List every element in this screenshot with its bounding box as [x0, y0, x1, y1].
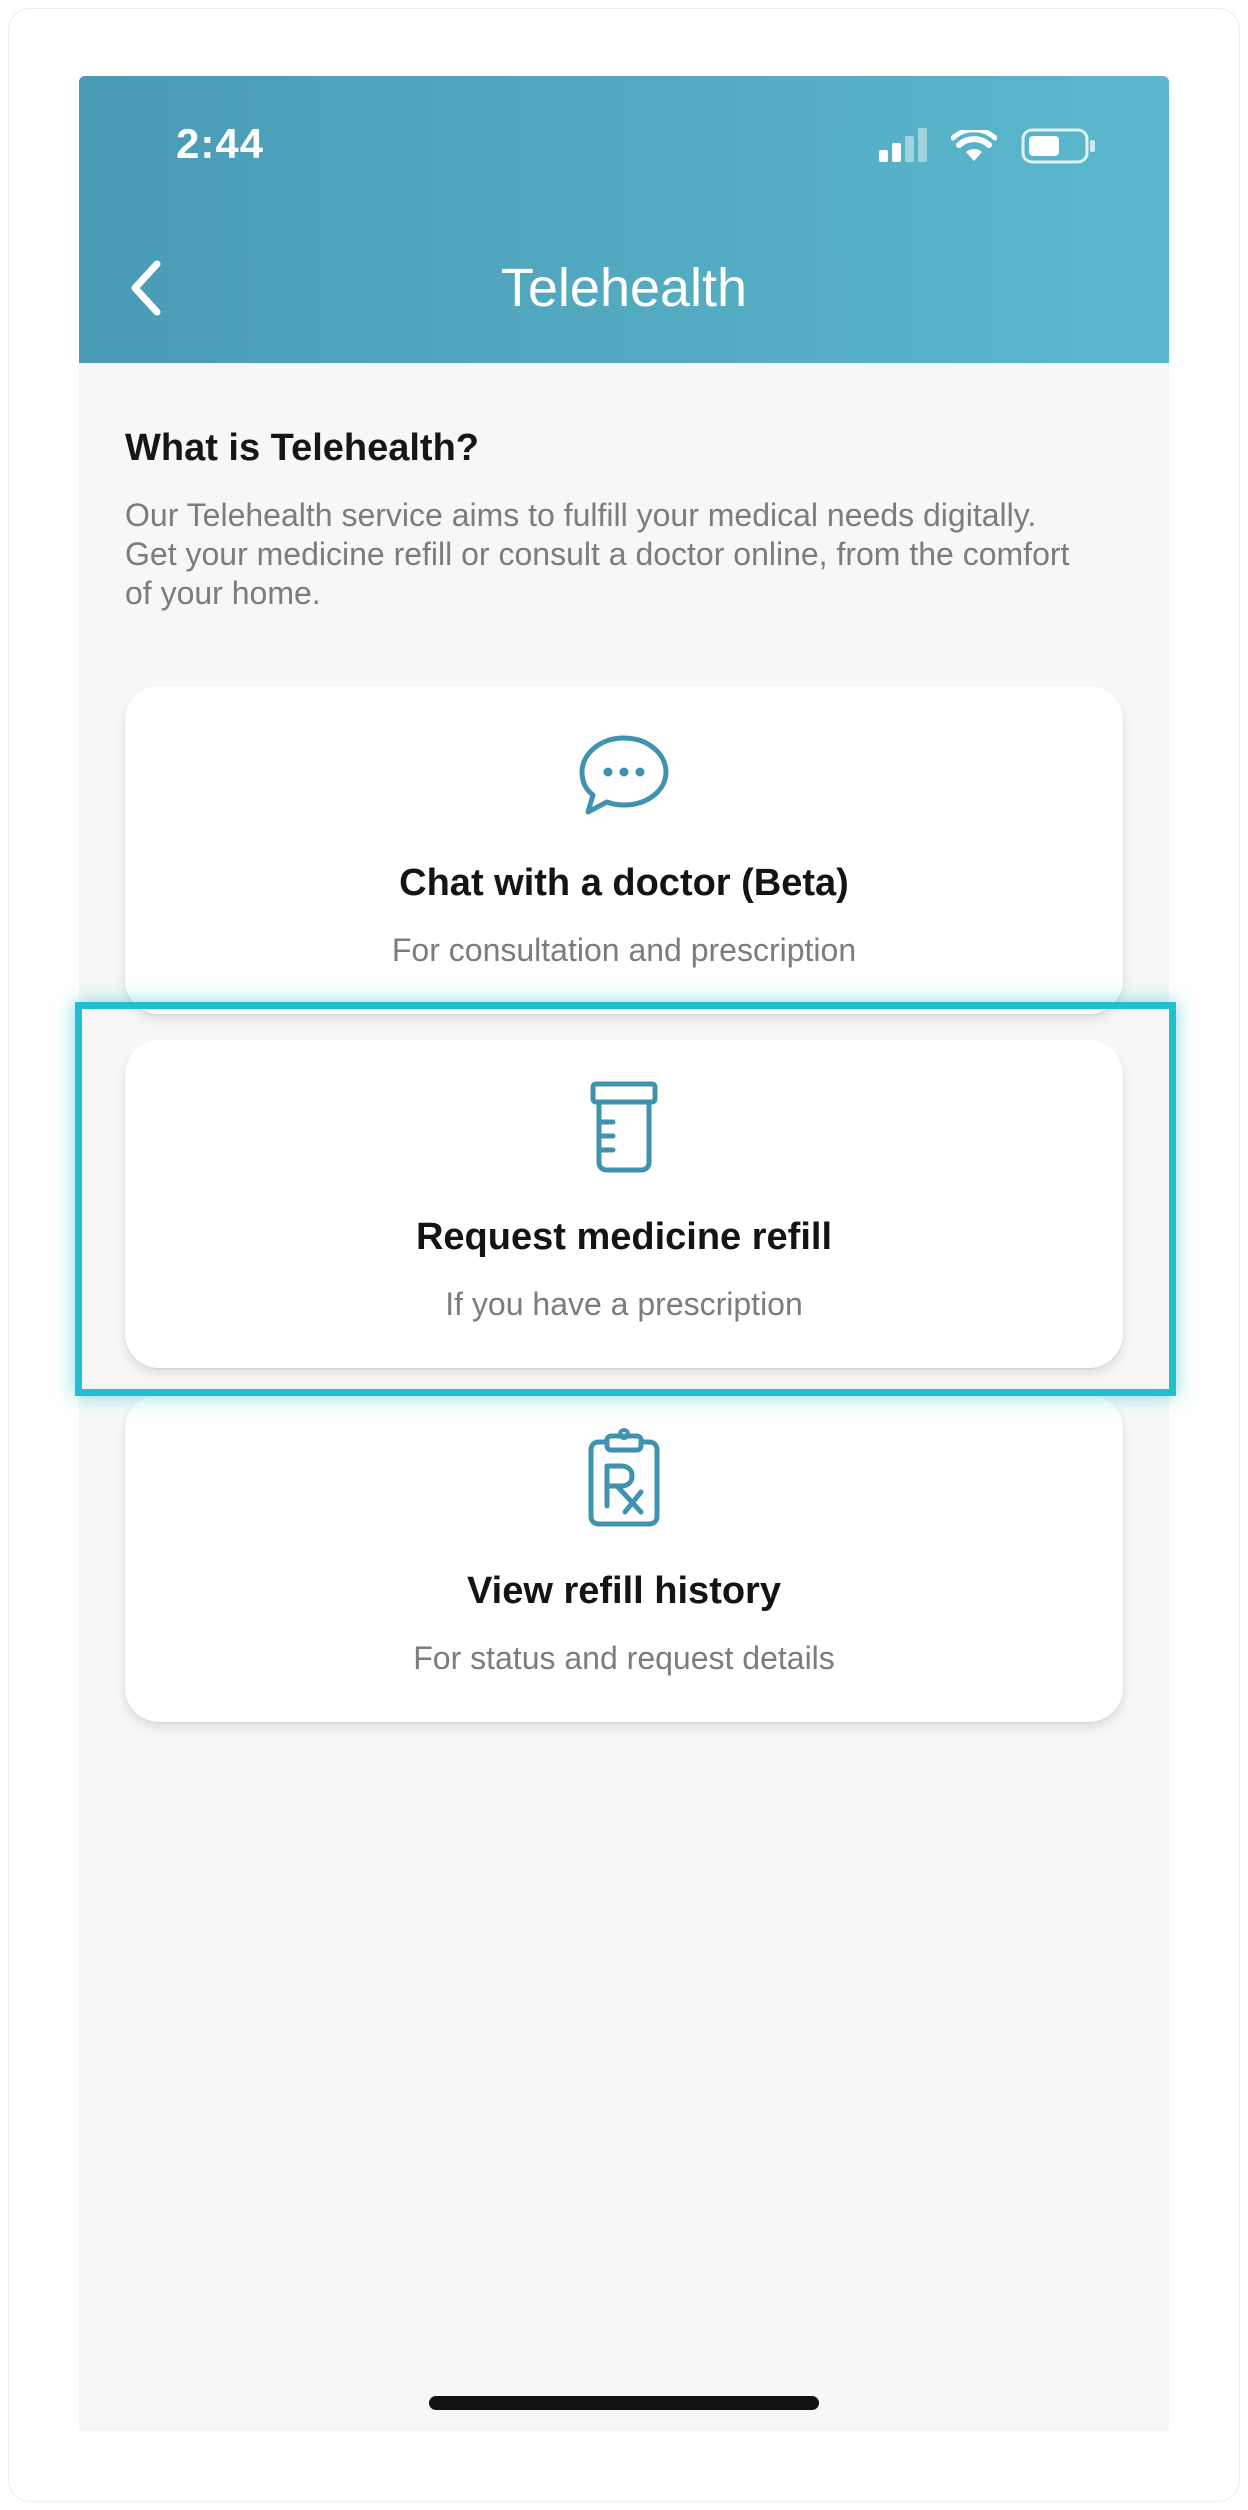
prescription-clipboard-icon	[588, 1428, 660, 1527]
view-refill-history-card[interactable]: View refill history For status and reque…	[125, 1394, 1123, 1722]
request-medicine-refill-card[interactable]: Request medicine refill If you have a pr…	[125, 1040, 1123, 1368]
pill-bottle-icon	[590, 1081, 658, 1173]
chat-with-doctor-card[interactable]: Chat with a doctor (Beta) For consultati…	[125, 686, 1123, 1014]
intro-description: Our Telehealth service aims to fulfill y…	[125, 497, 1070, 611]
card-title: Chat with a doctor (Beta)	[399, 862, 849, 904]
chat-bubble-icon	[579, 735, 669, 815]
card-title: Request medicine refill	[415, 1216, 832, 1258]
card-subtitle: For status and request details	[413, 1640, 835, 1676]
page-title: Telehealth	[500, 258, 748, 318]
status-time: 2:44	[176, 120, 265, 167]
intro-heading: What is Telehealth?	[125, 427, 480, 469]
phone-screen: 2:44 Telehealth What is Telehealth? Our …	[79, 76, 1169, 2431]
card-subtitle: For consultation and prescription	[391, 932, 857, 968]
cellular-signal-icon	[879, 128, 927, 162]
app-header: 2:44 Telehealth	[79, 76, 1169, 363]
home-indicator	[429, 2396, 819, 2410]
card-title: View refill history	[467, 1570, 781, 1612]
battery-icon	[1021, 128, 1095, 164]
wifi-icon	[951, 130, 997, 161]
card-subtitle: If you have a prescription	[445, 1286, 803, 1322]
